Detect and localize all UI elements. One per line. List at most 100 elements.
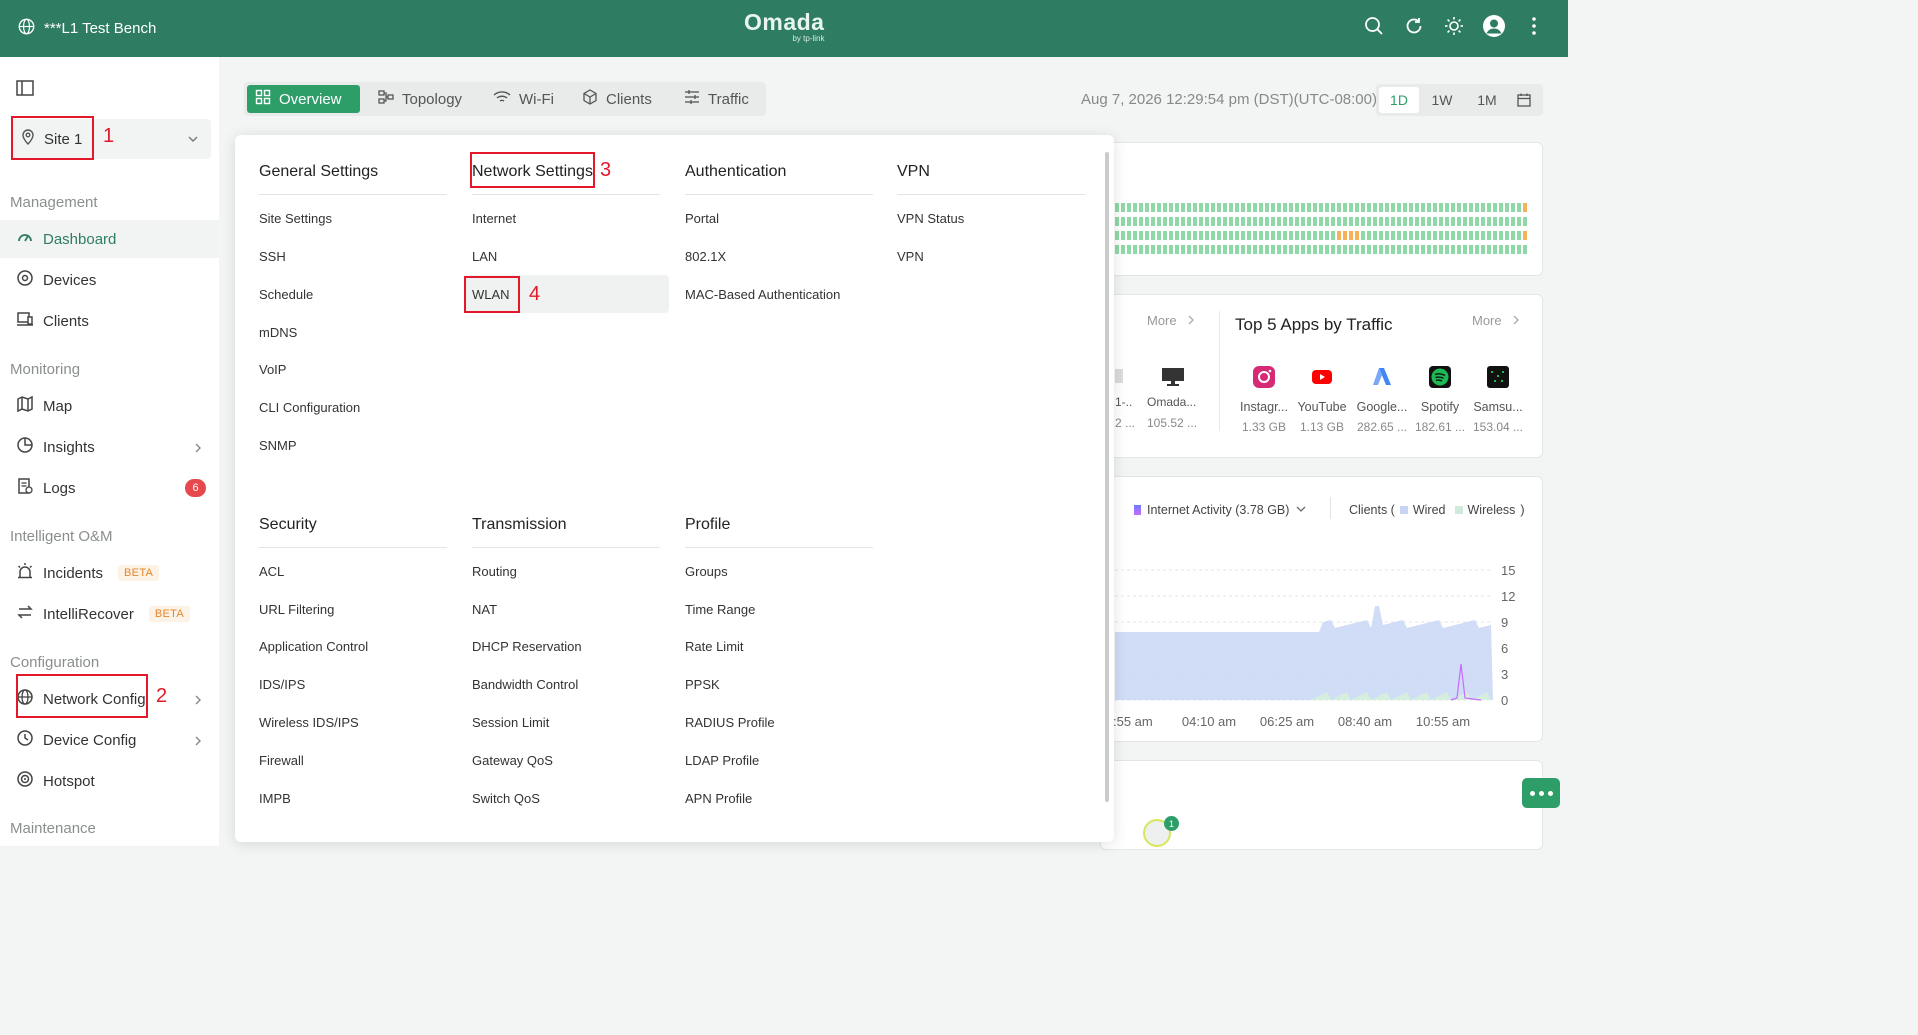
heatmap-cell bbox=[1205, 231, 1209, 240]
sidebar-item-hotspot[interactable]: Hotspot bbox=[0, 762, 219, 800]
theme-sun-icon[interactable] bbox=[1442, 14, 1466, 38]
tab-traffic[interactable]: Traffic bbox=[676, 85, 757, 113]
heatmap-cell bbox=[1253, 245, 1257, 254]
menu-heading-general-settings: General Settings bbox=[259, 163, 379, 180]
menu-item-voip[interactable]: VoIP bbox=[259, 362, 286, 377]
sidebar-item-logs[interactable]: Logs 6 bbox=[0, 469, 219, 507]
menu-item-mac-based-auth[interactable]: MAC-Based Authentication bbox=[685, 287, 840, 302]
menu-item-session-limit[interactable]: Session Limit bbox=[472, 715, 549, 730]
heatmap-cell bbox=[1133, 203, 1137, 212]
heatmap-cell bbox=[1169, 217, 1173, 226]
annotation-number-3: 3 bbox=[600, 159, 612, 181]
tab-clients[interactable]: Clients bbox=[574, 85, 660, 113]
sidebar-item-intellirecover[interactable]: IntelliRecover BETA bbox=[0, 595, 219, 633]
menu-item-vpn-status[interactable]: VPN Status bbox=[897, 211, 964, 226]
menu-item-schedule[interactable]: Schedule bbox=[259, 287, 313, 302]
menu-item-ssh[interactable]: SSH bbox=[259, 249, 286, 264]
tab-topology[interactable]: Topology bbox=[370, 85, 470, 113]
menu-item-bandwidth-control[interactable]: Bandwidth Control bbox=[472, 677, 578, 692]
chevron-right-icon bbox=[193, 441, 203, 458]
menu-item-nat[interactable]: NAT bbox=[472, 602, 497, 617]
menu-item-snmp[interactable]: SNMP bbox=[259, 438, 297, 453]
menu-item-switch-qos[interactable]: Switch QoS bbox=[472, 791, 540, 806]
calendar-icon[interactable] bbox=[1509, 87, 1539, 113]
menu-item-ldap-profile[interactable]: LDAP Profile bbox=[685, 753, 759, 768]
chat-support-button[interactable] bbox=[1522, 778, 1560, 808]
tab-label: Clients bbox=[606, 90, 652, 108]
menu-item-portal[interactable]: Portal bbox=[685, 211, 719, 226]
y-tick-label: 9 bbox=[1501, 615, 1508, 630]
sidebar: Site 1 Management Dashboard Devices Clie… bbox=[0, 57, 219, 846]
heatmap-cell bbox=[1277, 217, 1281, 226]
menu-item-routing[interactable]: Routing bbox=[472, 564, 517, 579]
heatmap-cell bbox=[1427, 203, 1431, 212]
heatmap-cell bbox=[1217, 245, 1221, 254]
menu-scrollbar[interactable] bbox=[1105, 152, 1109, 802]
menu-item-radius-profile[interactable]: RADIUS Profile bbox=[685, 715, 775, 730]
more-link[interactable]: More bbox=[1147, 313, 1177, 328]
internet-activity-legend[interactable]: Internet Activity (3.78 GB) bbox=[1134, 503, 1307, 517]
sidebar-item-incidents[interactable]: Incidents BETA bbox=[0, 554, 219, 592]
menu-divider bbox=[472, 547, 660, 548]
menu-item-rate-limit[interactable]: Rate Limit bbox=[685, 639, 744, 654]
samsung-app-icon bbox=[1486, 365, 1510, 394]
menu-item-vpn[interactable]: VPN bbox=[897, 249, 924, 264]
heatmap-cell bbox=[1121, 245, 1125, 254]
heatmap-cell bbox=[1505, 203, 1509, 212]
menu-item-application-control[interactable]: Application Control bbox=[259, 639, 368, 654]
menu-item-cli-configuration[interactable]: CLI Configuration bbox=[259, 400, 360, 415]
heatmap-cell bbox=[1277, 203, 1281, 212]
more-vertical-icon[interactable] bbox=[1522, 14, 1546, 38]
heatmap-cell bbox=[1121, 231, 1125, 240]
menu-item-groups[interactable]: Groups bbox=[685, 564, 728, 579]
user-avatar-icon[interactable] bbox=[1482, 14, 1506, 38]
search-icon[interactable] bbox=[1362, 14, 1386, 38]
menu-item-ppsk[interactable]: PPSK bbox=[685, 677, 720, 692]
tab-overview[interactable]: Overview bbox=[247, 85, 360, 113]
heatmap-cell bbox=[1247, 217, 1251, 226]
tab-wifi[interactable]: Wi-Fi bbox=[485, 85, 562, 113]
heatmap-cell bbox=[1331, 203, 1335, 212]
sidebar-item-map[interactable]: Map bbox=[0, 387, 219, 425]
annotation-number-2: 2 bbox=[156, 685, 168, 707]
menu-item-gateway-qos[interactable]: Gateway QoS bbox=[472, 753, 553, 768]
menu-item-wireless-ids-ips[interactable]: Wireless IDS/IPS bbox=[259, 715, 359, 730]
sidebar-item-dashboard[interactable]: Dashboard bbox=[0, 220, 219, 258]
more-link[interactable]: More bbox=[1472, 313, 1502, 328]
heatmap-cell bbox=[1493, 231, 1497, 240]
menu-item-mdns[interactable]: mDNS bbox=[259, 325, 297, 340]
heatmap-cell bbox=[1151, 217, 1155, 226]
menu-item-8021x[interactable]: 802.1X bbox=[685, 249, 726, 264]
chevron-right-icon bbox=[193, 693, 203, 710]
heatmap-cell bbox=[1223, 217, 1227, 226]
app-value: 282.65 ... bbox=[1356, 420, 1408, 434]
heatmap-cell bbox=[1307, 231, 1311, 240]
sidebar-item-label: Map bbox=[43, 397, 73, 415]
sidebar-item-devices[interactable]: Devices bbox=[0, 261, 219, 299]
heatmap-cell bbox=[1115, 217, 1119, 226]
heatmap-cell bbox=[1157, 217, 1161, 226]
menu-item-ids-ips[interactable]: IDS/IPS bbox=[259, 677, 305, 692]
menu-item-apn-profile[interactable]: APN Profile bbox=[685, 791, 752, 806]
refresh-icon[interactable] bbox=[1402, 14, 1426, 38]
sidebar-item-device-config[interactable]: Device Config bbox=[0, 721, 219, 759]
heatmap-cell bbox=[1361, 245, 1365, 254]
sidebar-collapse-icon[interactable] bbox=[16, 79, 34, 97]
menu-item-firewall[interactable]: Firewall bbox=[259, 753, 304, 768]
heatmap-cell bbox=[1391, 245, 1395, 254]
range-1w-button[interactable]: 1W bbox=[1419, 87, 1465, 113]
menu-item-site-settings[interactable]: Site Settings bbox=[259, 211, 332, 226]
range-1m-button[interactable]: 1M bbox=[1465, 87, 1509, 113]
menu-item-url-filtering[interactable]: URL Filtering bbox=[259, 602, 334, 617]
menu-item-internet[interactable]: Internet bbox=[472, 211, 516, 226]
menu-item-time-range[interactable]: Time Range bbox=[685, 602, 755, 617]
sidebar-item-clients[interactable]: Clients bbox=[0, 302, 219, 340]
menu-item-acl[interactable]: ACL bbox=[259, 564, 284, 579]
heatmap-cell bbox=[1295, 231, 1299, 240]
menu-item-dhcp-reservation[interactable]: DHCP Reservation bbox=[472, 639, 582, 654]
menu-item-impb[interactable]: IMPB bbox=[259, 791, 291, 806]
sidebar-item-insights[interactable]: Insights bbox=[0, 428, 219, 466]
menu-item-lan[interactable]: LAN bbox=[472, 249, 497, 264]
site-switcher[interactable]: ***L1 Test Bench bbox=[18, 18, 156, 39]
range-1d-button[interactable]: 1D bbox=[1379, 87, 1419, 113]
